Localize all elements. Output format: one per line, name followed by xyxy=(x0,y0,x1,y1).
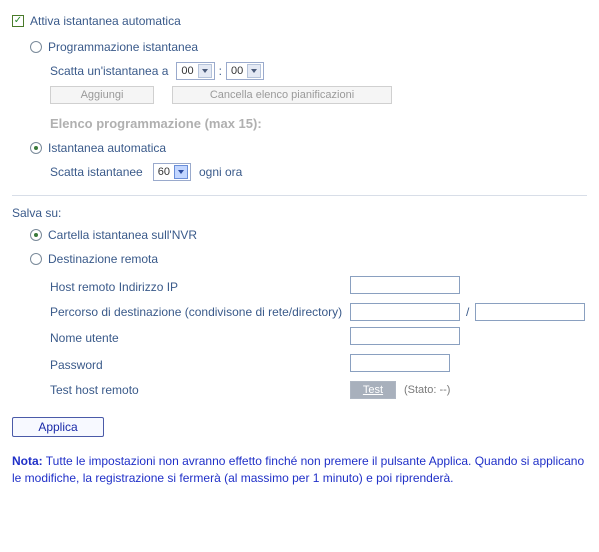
schedule-list-header: Elenco programmazione (max 15): xyxy=(50,116,587,131)
minute-value: 00 xyxy=(231,65,243,77)
test-status-text: (Stato: --) xyxy=(404,384,450,396)
scheduled-time-row: Scatta un'istantanea a 00 : 00 xyxy=(50,62,587,80)
hour-select[interactable]: 00 xyxy=(176,62,214,80)
scheduled-buttons-row: Aggiungi Cancella elenco pianificazioni xyxy=(50,86,587,104)
divider xyxy=(12,195,587,196)
time-colon: : xyxy=(219,64,222,78)
take-at-label: Scatta un'istantanea a xyxy=(50,64,168,78)
activate-label: Attiva istantanea automatica xyxy=(30,14,181,28)
save-remote-row: Destinazione remota xyxy=(30,252,587,266)
username-input[interactable] xyxy=(350,327,460,345)
password-input[interactable] xyxy=(350,354,450,372)
password-label: Password xyxy=(50,358,350,372)
hour-value: 00 xyxy=(181,65,193,77)
destination-share-input[interactable] xyxy=(350,303,460,321)
path-slash: / xyxy=(466,305,469,319)
mode-automatic-label: Istantanea automatica xyxy=(48,141,166,155)
test-button[interactable]: Test xyxy=(350,381,396,399)
mode-scheduled-label: Programmazione istantanea xyxy=(48,40,198,54)
mode-automatic-radio[interactable] xyxy=(30,142,42,154)
note-label: Nota: xyxy=(12,454,43,468)
save-remote-label: Destinazione remota xyxy=(48,252,158,266)
automatic-interval-row: Scatta istantanee 60 ogni ora xyxy=(50,163,587,181)
add-button[interactable]: Aggiungi xyxy=(50,86,154,104)
clear-schedule-button[interactable]: Cancella elenco pianificazioni xyxy=(172,86,392,104)
save-nvr-label: Cartella istantanea sull'NVR xyxy=(48,228,197,242)
interval-value: 60 xyxy=(158,166,170,178)
activate-row: Attiva istantanea automatica xyxy=(12,14,587,28)
chevron-down-icon xyxy=(198,64,212,78)
save-to-header: Salva su: xyxy=(12,206,587,220)
chevron-down-icon xyxy=(247,64,261,78)
footer-note: Nota: Tutte le impostazioni non avranno … xyxy=(12,453,587,487)
destination-path-label: Percorso di destinazione (condivisone di… xyxy=(50,305,350,319)
take-snapshots-label: Scatta istantanee xyxy=(50,165,143,179)
activate-checkbox[interactable] xyxy=(12,15,24,27)
destination-dir-input[interactable] xyxy=(475,303,585,321)
mode-scheduled-radio[interactable] xyxy=(30,41,42,53)
test-host-label: Test host remoto xyxy=(50,383,350,397)
every-hour-label: ogni ora xyxy=(199,165,242,179)
apply-button[interactable]: Applica xyxy=(12,417,104,437)
mode-automatic-row: Istantanea automatica xyxy=(30,141,587,155)
save-remote-radio[interactable] xyxy=(30,253,42,265)
username-label: Nome utente xyxy=(50,331,350,345)
mode-scheduled-row: Programmazione istantanea xyxy=(30,40,587,54)
minute-select[interactable]: 00 xyxy=(226,62,264,80)
save-nvr-radio[interactable] xyxy=(30,229,42,241)
interval-select[interactable]: 60 xyxy=(153,163,191,181)
note-text: Tutte le impostazioni non avranno effett… xyxy=(12,454,584,485)
host-ip-input[interactable] xyxy=(350,276,460,294)
save-nvr-row: Cartella istantanea sull'NVR xyxy=(30,228,587,242)
host-ip-label: Host remoto Indirizzo IP xyxy=(50,280,350,294)
remote-fields: Host remoto Indirizzo IP Percorso di des… xyxy=(50,276,587,399)
chevron-down-icon xyxy=(174,165,188,179)
